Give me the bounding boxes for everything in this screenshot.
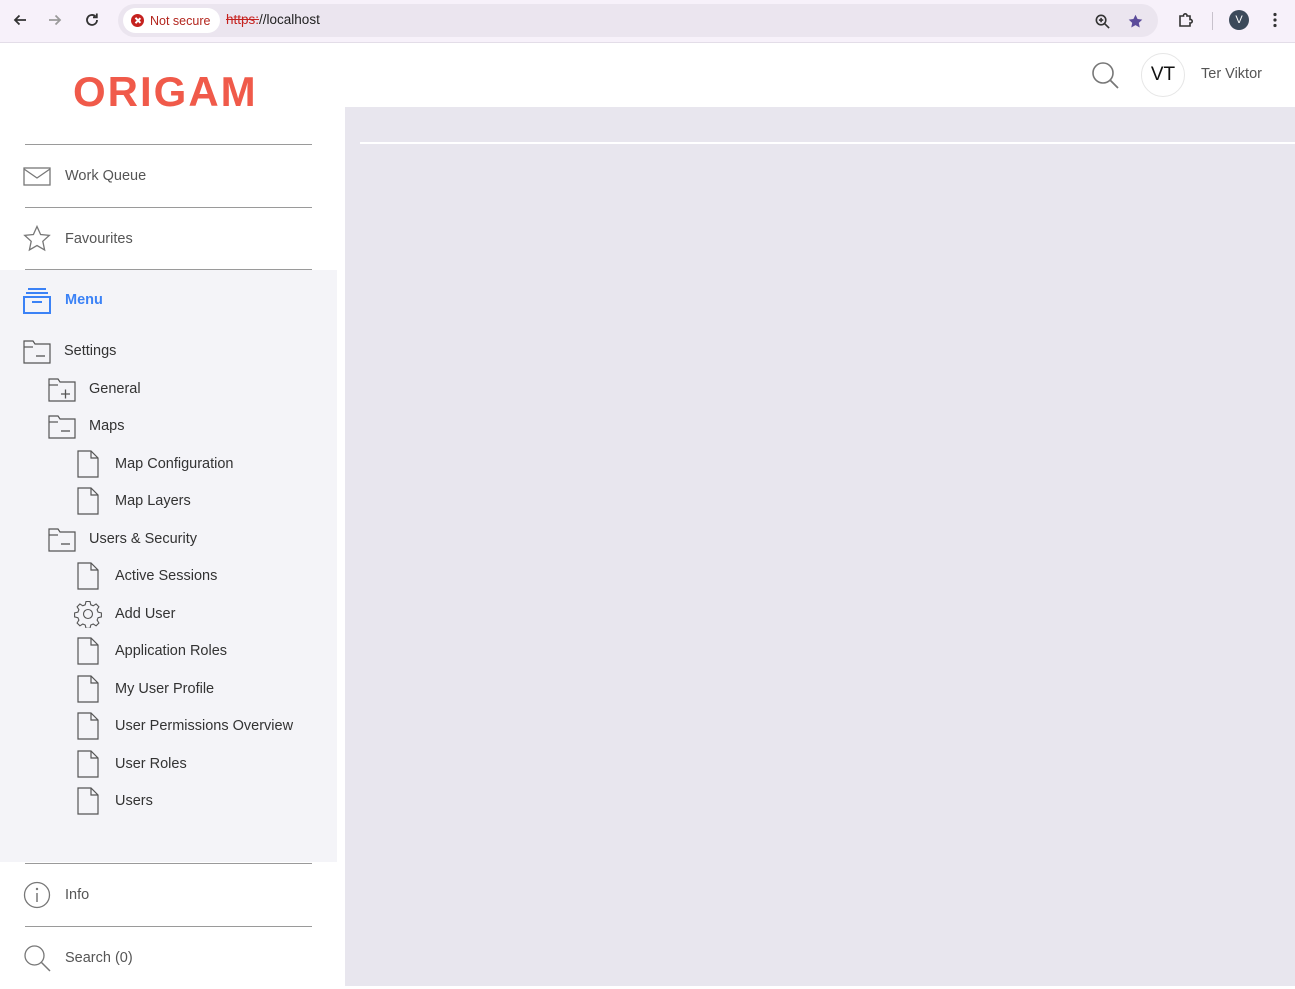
document-icon <box>77 675 99 703</box>
header-search-button[interactable] <box>1090 60 1120 90</box>
sidebar-favourites[interactable]: Favourites <box>0 208 337 270</box>
tree-item-user-permissions-overview[interactable]: User Permissions Overview <box>74 711 293 741</box>
origam-logo: ORIGAM <box>73 70 263 112</box>
document-icon <box>77 562 99 590</box>
extensions-button[interactable] <box>1174 8 1198 32</box>
back-button[interactable] <box>8 8 32 32</box>
tree-folder-general[interactable]: General <box>48 374 141 404</box>
arrow-left-icon <box>13 14 26 26</box>
document-icon <box>77 712 99 740</box>
folder-collapse-icon <box>23 340 51 364</box>
menu-section-title[interactable]: Menu <box>65 292 103 308</box>
tree-item-map-layers[interactable]: Map Layers <box>74 486 191 516</box>
sidebar-work-queue[interactable]: Work Queue <box>0 145 337 207</box>
folder-collapse-icon <box>48 528 76 552</box>
document-icon <box>77 450 99 478</box>
sidebar-search[interactable]: Search (0) <box>0 927 337 989</box>
user-name[interactable]: Ter Viktor <box>1201 66 1262 82</box>
error-icon <box>131 14 144 27</box>
url-text: https://localhost <box>226 12 320 27</box>
zoom-icon[interactable] <box>1092 11 1112 31</box>
document-icon <box>77 787 99 815</box>
arrow-right-icon <box>49 14 62 26</box>
bookmark-star-icon[interactable] <box>1125 11 1145 31</box>
archive-box-icon <box>23 288 51 314</box>
sidebar-info[interactable]: Info <box>0 864 337 926</box>
search-icon <box>1092 62 1119 89</box>
document-icon <box>77 637 99 665</box>
reload-button[interactable] <box>80 8 104 32</box>
tree-folder-settings[interactable]: Settings <box>23 336 116 366</box>
folder-expand-icon <box>48 378 76 402</box>
tree-item-active-sessions[interactable]: Active Sessions <box>74 561 217 591</box>
reload-icon <box>86 13 98 26</box>
browser-profile-avatar[interactable]: V <box>1229 10 1249 30</box>
gear-icon <box>74 600 102 628</box>
toolbar-divider <box>1212 12 1213 30</box>
main-content-area <box>345 107 1295 986</box>
svg-text:ORIGAM: ORIGAM <box>73 70 258 112</box>
forward-button[interactable] <box>43 8 67 32</box>
browser-toolbar: Not secure https://localhost V <box>0 0 1295 43</box>
info-icon <box>23 881 51 909</box>
star-icon <box>23 225 51 252</box>
tree-item-users[interactable]: Users <box>74 786 153 816</box>
kebab-menu-icon <box>1273 12 1277 28</box>
puzzle-icon <box>1179 13 1193 27</box>
browser-menu-button[interactable] <box>1263 8 1287 32</box>
tree-item-user-roles[interactable]: User Roles <box>74 749 187 779</box>
folder-collapse-icon <box>48 415 76 439</box>
user-avatar[interactable]: VT <box>1141 53 1185 97</box>
address-bar[interactable]: Not secure https://localhost <box>118 4 1158 37</box>
security-indicator[interactable]: Not secure <box>123 8 221 33</box>
document-icon <box>77 487 99 515</box>
tree-folder-maps[interactable]: Maps <box>48 411 124 441</box>
tree-item-add-user[interactable]: Add User <box>74 599 175 629</box>
tree-item-map-configuration[interactable]: Map Configuration <box>74 449 234 479</box>
search-icon <box>24 945 51 972</box>
tree-item-application-roles[interactable]: Application Roles <box>74 636 227 666</box>
envelope-icon <box>23 167 51 186</box>
tree-folder-users-security[interactable]: Users & Security <box>48 524 197 554</box>
tab-strip-divider <box>360 142 1295 144</box>
document-icon <box>77 750 99 778</box>
tree-item-my-user-profile[interactable]: My User Profile <box>74 674 214 704</box>
